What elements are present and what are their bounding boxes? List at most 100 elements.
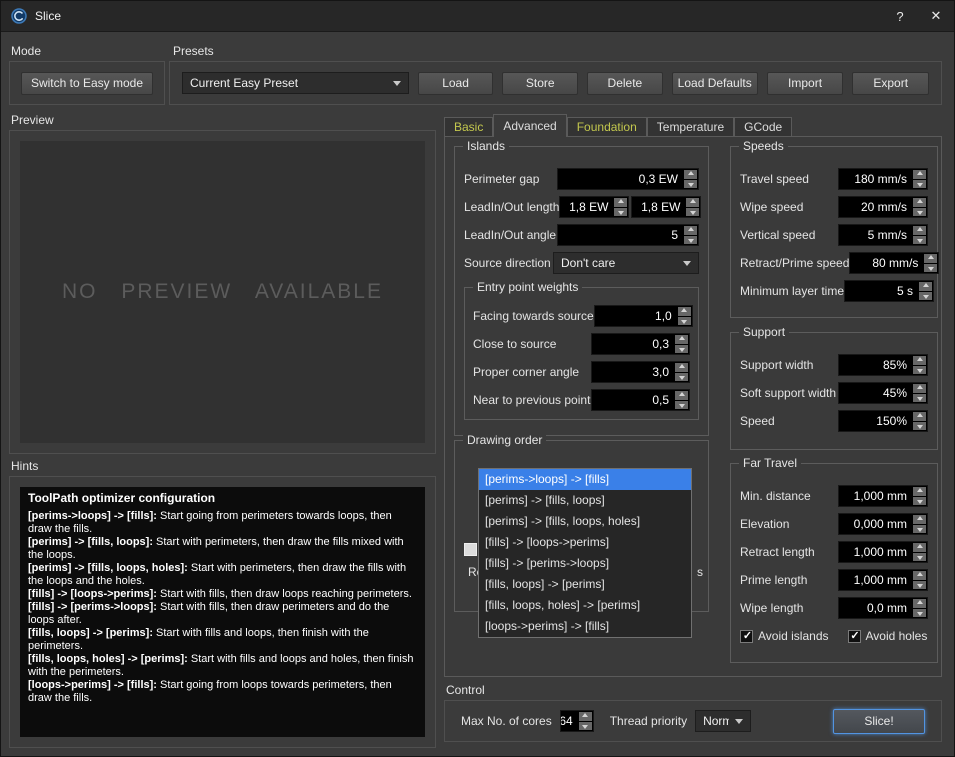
spin-down-icon[interactable] [579,722,592,731]
tab-gcode[interactable]: GCode [734,117,792,136]
spin-up-icon[interactable] [913,515,926,524]
spin-down-icon[interactable] [913,180,926,189]
spin-up-icon[interactable] [913,384,926,393]
leadinout-angle-spinbox[interactable]: 5 [557,224,699,246]
source-direction-combo[interactable]: Don't care [553,252,699,274]
tab-foundation[interactable]: Foundation [567,117,647,136]
spin-up-icon[interactable] [675,391,688,400]
slice-button[interactable]: Slice! [833,709,925,734]
spin-buttons[interactable] [677,306,692,326]
retract-length-spinbox[interactable]: 1,000 mm [838,541,928,563]
spin-buttons[interactable] [613,197,628,217]
support-width-spinbox[interactable]: 85% [838,354,928,376]
spin-down-icon[interactable] [919,292,932,301]
drawing-order-option[interactable]: [fills] -> [perims->loops] [479,553,691,574]
store-button[interactable]: Store [502,72,578,95]
spin-buttons[interactable] [683,225,698,245]
spin-buttons[interactable] [912,411,927,431]
spin-up-icon[interactable] [579,712,592,721]
drawing-order-option[interactable]: [loops->perims] -> [fills] [479,616,691,637]
tab-basic[interactable]: Basic [444,117,493,136]
spin-buttons[interactable] [912,514,927,534]
help-button[interactable]: ? [882,1,918,32]
vertical-speed-spinbox[interactable]: 5 mm/s [838,224,928,246]
spin-up-icon[interactable] [913,543,926,552]
spin-up-icon[interactable] [684,170,697,179]
delete-button[interactable]: Delete [587,72,663,95]
spin-down-icon[interactable] [675,401,688,410]
corner-angle-spinbox[interactable]: 3,0 [591,361,690,383]
drawing-order-option[interactable]: [perims] -> [fills, loops] [479,490,691,511]
spin-buttons[interactable] [685,197,700,217]
spin-buttons[interactable] [674,334,689,354]
spin-up-icon[interactable] [924,254,937,263]
spin-up-icon[interactable] [686,198,699,207]
spin-down-icon[interactable] [913,366,926,375]
spin-down-icon[interactable] [678,317,691,326]
spin-up-icon[interactable] [614,198,627,207]
thread-priority-combo[interactable]: Normal [695,710,751,732]
load-defaults-button[interactable]: Load Defaults [672,72,758,95]
spin-buttons[interactable] [912,486,927,506]
spin-buttons[interactable] [912,197,927,217]
spin-buttons[interactable] [912,169,927,189]
spin-up-icon[interactable] [913,412,926,421]
soft-support-width-spinbox[interactable]: 45% [838,382,928,404]
spin-buttons[interactable] [578,711,593,731]
spin-down-icon[interactable] [684,180,697,189]
elevation-spinbox[interactable]: 0,000 mm [838,513,928,535]
spin-up-icon[interactable] [913,170,926,179]
export-button[interactable]: Export [852,72,929,95]
spin-up-icon[interactable] [913,226,926,235]
retract-prime-speed-spinbox[interactable]: 80 mm/s [849,252,939,274]
spin-up-icon[interactable] [919,282,932,291]
tab-temperature[interactable]: Temperature [647,117,734,136]
spin-down-icon[interactable] [686,208,699,217]
spin-buttons[interactable] [918,281,933,301]
close-source-spinbox[interactable]: 0,3 [591,333,690,355]
spin-buttons[interactable] [674,390,689,410]
load-button[interactable]: Load [418,72,494,95]
drawing-order-checkbox[interactable] [464,543,477,556]
spin-buttons[interactable] [912,383,927,403]
prime-length-spinbox[interactable]: 1,000 mm [838,569,928,591]
spin-down-icon[interactable] [913,236,926,245]
spin-down-icon[interactable] [913,581,926,590]
spin-down-icon[interactable] [913,525,926,534]
spin-up-icon[interactable] [913,198,926,207]
spin-down-icon[interactable] [913,394,926,403]
support-speed-spinbox[interactable]: 150% [838,410,928,432]
min-distance-spinbox[interactable]: 1,000 mm [838,485,928,507]
avoid-holes-checkbox[interactable] [848,630,861,643]
wipe-length-spinbox[interactable]: 0,0 mm [838,597,928,619]
facing-source-spinbox[interactable]: 1,0 [594,305,693,327]
spin-buttons[interactable] [912,355,927,375]
drawing-order-option[interactable]: [fills, loops] -> [perims] [479,574,691,595]
avoid-islands-checkbox[interactable] [740,630,753,643]
spin-down-icon[interactable] [614,208,627,217]
close-button[interactable]: ✕ [918,1,954,32]
drawing-order-option[interactable]: [fills, loops, holes] -> [perims] [479,595,691,616]
spin-up-icon[interactable] [678,307,691,316]
travel-speed-spinbox[interactable]: 180 mm/s [838,168,928,190]
spin-down-icon[interactable] [675,345,688,354]
previous-point-spinbox[interactable]: 0,5 [591,389,690,411]
drawing-order-option[interactable]: [perims] -> [fills, loops, holes] [479,511,691,532]
spin-down-icon[interactable] [924,264,937,273]
drawing-order-option[interactable]: [fills] -> [loops->perims] [479,532,691,553]
spin-buttons[interactable] [912,570,927,590]
spin-up-icon[interactable] [675,363,688,372]
spin-up-icon[interactable] [913,599,926,608]
preset-combo[interactable]: Current Easy Preset [182,72,409,94]
spin-buttons[interactable] [912,542,927,562]
spin-up-icon[interactable] [675,335,688,344]
spin-buttons[interactable] [912,598,927,618]
spin-buttons[interactable] [674,362,689,382]
spin-up-icon[interactable] [913,487,926,496]
min-layer-time-spinbox[interactable]: 5 s [844,280,934,302]
spin-down-icon[interactable] [913,422,926,431]
import-button[interactable]: Import [767,72,844,95]
spin-down-icon[interactable] [913,208,926,217]
spin-buttons[interactable] [912,225,927,245]
max-cores-spinbox[interactable]: 64 [560,710,594,732]
